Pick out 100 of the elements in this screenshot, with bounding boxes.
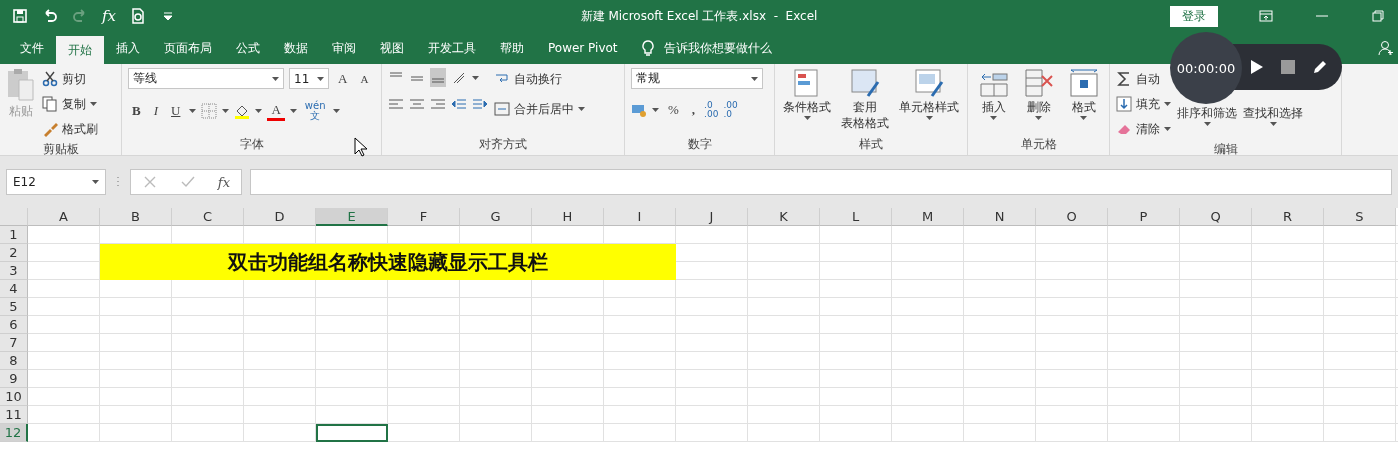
- column-header[interactable]: R: [1252, 208, 1324, 226]
- table-icon[interactable]: [914, 68, 944, 98]
- merge-center-button[interactable]: 合并后居中: [494, 98, 585, 120]
- ribbon-tab[interactable]: 视图: [368, 32, 416, 64]
- fill-down-icon[interactable]: [1116, 96, 1132, 112]
- comma-button[interactable]: ,: [687, 102, 700, 118]
- increase-decimal-button[interactable]: .0 .00: [704, 101, 719, 119]
- decrease-decimal-button[interactable]: .00 .0: [723, 101, 738, 119]
- column-header[interactable]: D: [244, 208, 316, 226]
- number-format-field[interactable]: 常规: [631, 68, 763, 89]
- play-icon[interactable]: [1248, 59, 1264, 75]
- column-header[interactable]: S: [1324, 208, 1396, 226]
- row-header[interactable]: 11: [0, 406, 28, 424]
- format-cells-button[interactable]: 格式: [1068, 68, 1099, 135]
- cell-styles-button[interactable]: 单元格样式: [899, 68, 959, 135]
- cut-button[interactable]: 剪切: [42, 68, 98, 90]
- scissors-icon[interactable]: [42, 71, 58, 87]
- tell-me-search[interactable]: 告诉我你想要做什么: [663, 39, 772, 57]
- autosum-button[interactable]: 自动: [1116, 68, 1171, 90]
- insert-function-button[interactable]: fx: [102, 7, 116, 25]
- stop-icon[interactable]: [1280, 59, 1296, 75]
- format-cells-icon[interactable]: [1068, 68, 1099, 98]
- row-header[interactable]: 6: [0, 316, 28, 334]
- bold-button[interactable]: B: [128, 103, 145, 119]
- ribbon-tab[interactable]: 页面布局: [152, 32, 224, 64]
- grow-font-button[interactable]: A: [334, 70, 352, 87]
- group-label[interactable]: 单元格: [974, 135, 1103, 153]
- column-header[interactable]: N: [964, 208, 1036, 226]
- group-label[interactable]: 剪贴板: [6, 140, 115, 158]
- name-box[interactable]: E12: [6, 169, 106, 195]
- column-header[interactable]: G: [460, 208, 532, 226]
- row-header[interactable]: 10: [0, 388, 28, 406]
- save-icon[interactable]: [12, 8, 28, 24]
- column-header[interactable]: H: [532, 208, 604, 226]
- currency-icon[interactable]: [631, 102, 647, 118]
- sigma-icon[interactable]: [1116, 71, 1132, 87]
- copy-icon[interactable]: [42, 96, 58, 112]
- shrink-font-button[interactable]: A: [356, 72, 373, 85]
- fill-color-icon[interactable]: [234, 103, 251, 119]
- row-header[interactable]: 5: [0, 298, 28, 316]
- column-header[interactable]: O: [1036, 208, 1108, 226]
- row-header[interactable]: 2: [0, 244, 28, 262]
- undo-icon[interactable]: [42, 8, 58, 24]
- delete-cells-button[interactable]: 删除: [1023, 68, 1054, 135]
- column-header[interactable]: J: [676, 208, 748, 226]
- column-header[interactable]: M: [892, 208, 964, 226]
- ribbon-tab[interactable]: 开始: [56, 36, 104, 64]
- print-preview-icon[interactable]: [130, 8, 146, 24]
- ribbon-tab[interactable]: 文件: [8, 32, 56, 64]
- ribbon-tab[interactable]: 审阅: [320, 32, 368, 64]
- group-label[interactable]: 字体: [128, 135, 375, 153]
- clear-button[interactable]: 清除: [1116, 118, 1171, 140]
- row-header[interactable]: 8: [0, 352, 28, 370]
- column-header[interactable]: P: [1108, 208, 1180, 226]
- font-color-button[interactable]: A: [267, 101, 285, 121]
- italic-button[interactable]: I: [149, 103, 162, 119]
- paintbrush-icon[interactable]: [42, 121, 58, 137]
- ribbon-tab[interactable]: 公式: [224, 32, 272, 64]
- find-select-button[interactable]: 查找和选择: [1243, 106, 1303, 126]
- sort-filter-button[interactable]: 排序和筛选: [1177, 106, 1237, 126]
- row-header[interactable]: 3: [0, 262, 28, 280]
- phonetic-button[interactable]: wén 文: [301, 101, 329, 121]
- fill-button[interactable]: 填充: [1116, 93, 1171, 115]
- row-header[interactable]: 12: [0, 424, 28, 442]
- ribbon-tab[interactable]: 数据: [272, 32, 320, 64]
- column-header[interactable]: E: [316, 208, 388, 226]
- column-header[interactable]: L: [820, 208, 892, 226]
- selected-cell[interactable]: [316, 424, 388, 442]
- format-painter-button[interactable]: 格式刷: [42, 118, 98, 140]
- ribbon-tab[interactable]: 插入: [104, 32, 152, 64]
- restore-icon[interactable]: [1370, 8, 1386, 24]
- formula-input[interactable]: [250, 169, 1392, 195]
- login-button[interactable]: 登录: [1170, 5, 1218, 27]
- column-header[interactable]: A: [28, 208, 100, 226]
- ribbon-tab[interactable]: 帮助: [488, 32, 536, 64]
- insert-function-button[interactable]: fx: [217, 174, 230, 190]
- group-label[interactable]: 数字: [631, 135, 768, 153]
- row-header[interactable]: 9: [0, 370, 28, 388]
- row-header[interactable]: 1: [0, 226, 28, 244]
- ribbon-tab[interactable]: Power Pivot: [536, 32, 630, 64]
- merge-icon[interactable]: [494, 101, 510, 117]
- pencil-icon[interactable]: [1312, 59, 1328, 75]
- column-header[interactable]: I: [604, 208, 676, 226]
- row-header[interactable]: 7: [0, 334, 28, 352]
- column-header[interactable]: Q: [1180, 208, 1252, 226]
- insert-cells-button[interactable]: 插入: [978, 68, 1009, 135]
- underline-button[interactable]: U: [167, 103, 185, 119]
- column-header[interactable]: F: [388, 208, 460, 226]
- group-label[interactable]: 对齐方式: [388, 135, 618, 153]
- format-as-table-button[interactable]: 套用 表格格式: [841, 68, 889, 135]
- delete-cells-icon[interactable]: [1023, 68, 1054, 98]
- ribbon-display-icon[interactable]: [1258, 8, 1274, 24]
- table-icon[interactable]: [850, 68, 880, 98]
- group-label[interactable]: 样式: [781, 135, 961, 153]
- lightbulb-icon[interactable]: [639, 40, 656, 56]
- person-add-icon[interactable]: [1378, 40, 1394, 56]
- column-header[interactable]: C: [172, 208, 244, 226]
- percent-button[interactable]: %: [664, 102, 683, 118]
- wrap-text-button[interactable]: 自动换行: [494, 68, 585, 90]
- font-size-field[interactable]: 11: [289, 68, 329, 89]
